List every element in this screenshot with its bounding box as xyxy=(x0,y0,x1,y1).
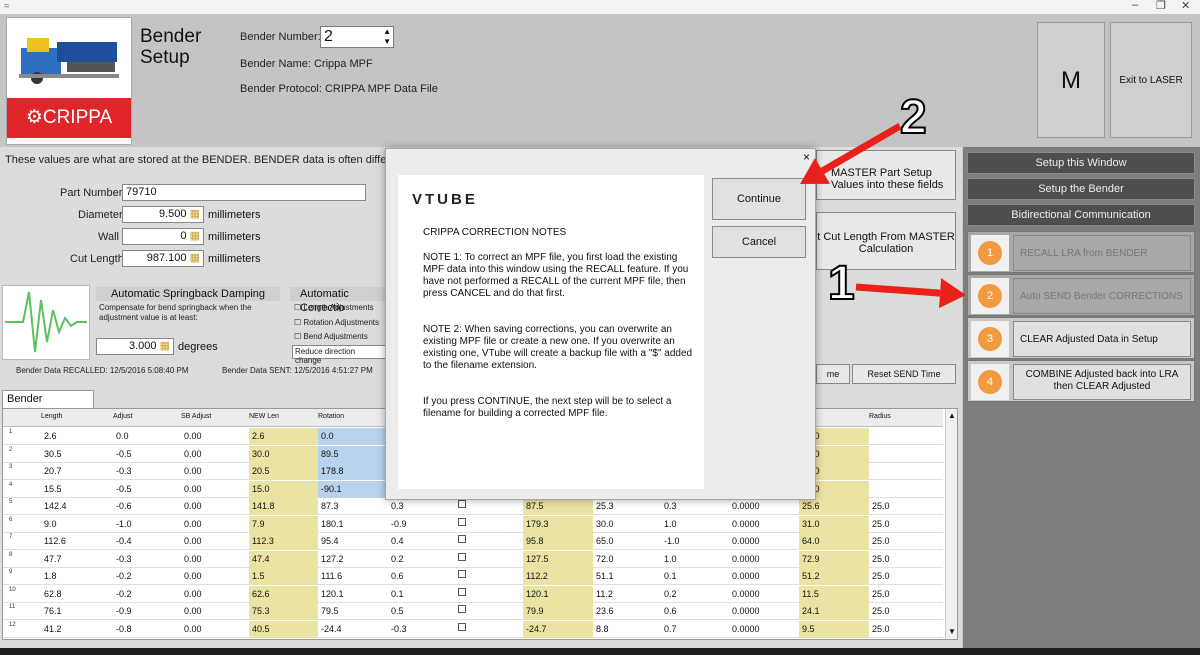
annotation-label-2: 2 xyxy=(899,90,928,145)
arrow-to-send-head xyxy=(938,278,966,309)
annotation-overlay xyxy=(800,122,966,309)
annotation-label-1: 1 xyxy=(827,256,856,311)
arrow-to-send-shaft xyxy=(855,283,941,297)
arrow-to-continue-shaft xyxy=(820,122,902,174)
